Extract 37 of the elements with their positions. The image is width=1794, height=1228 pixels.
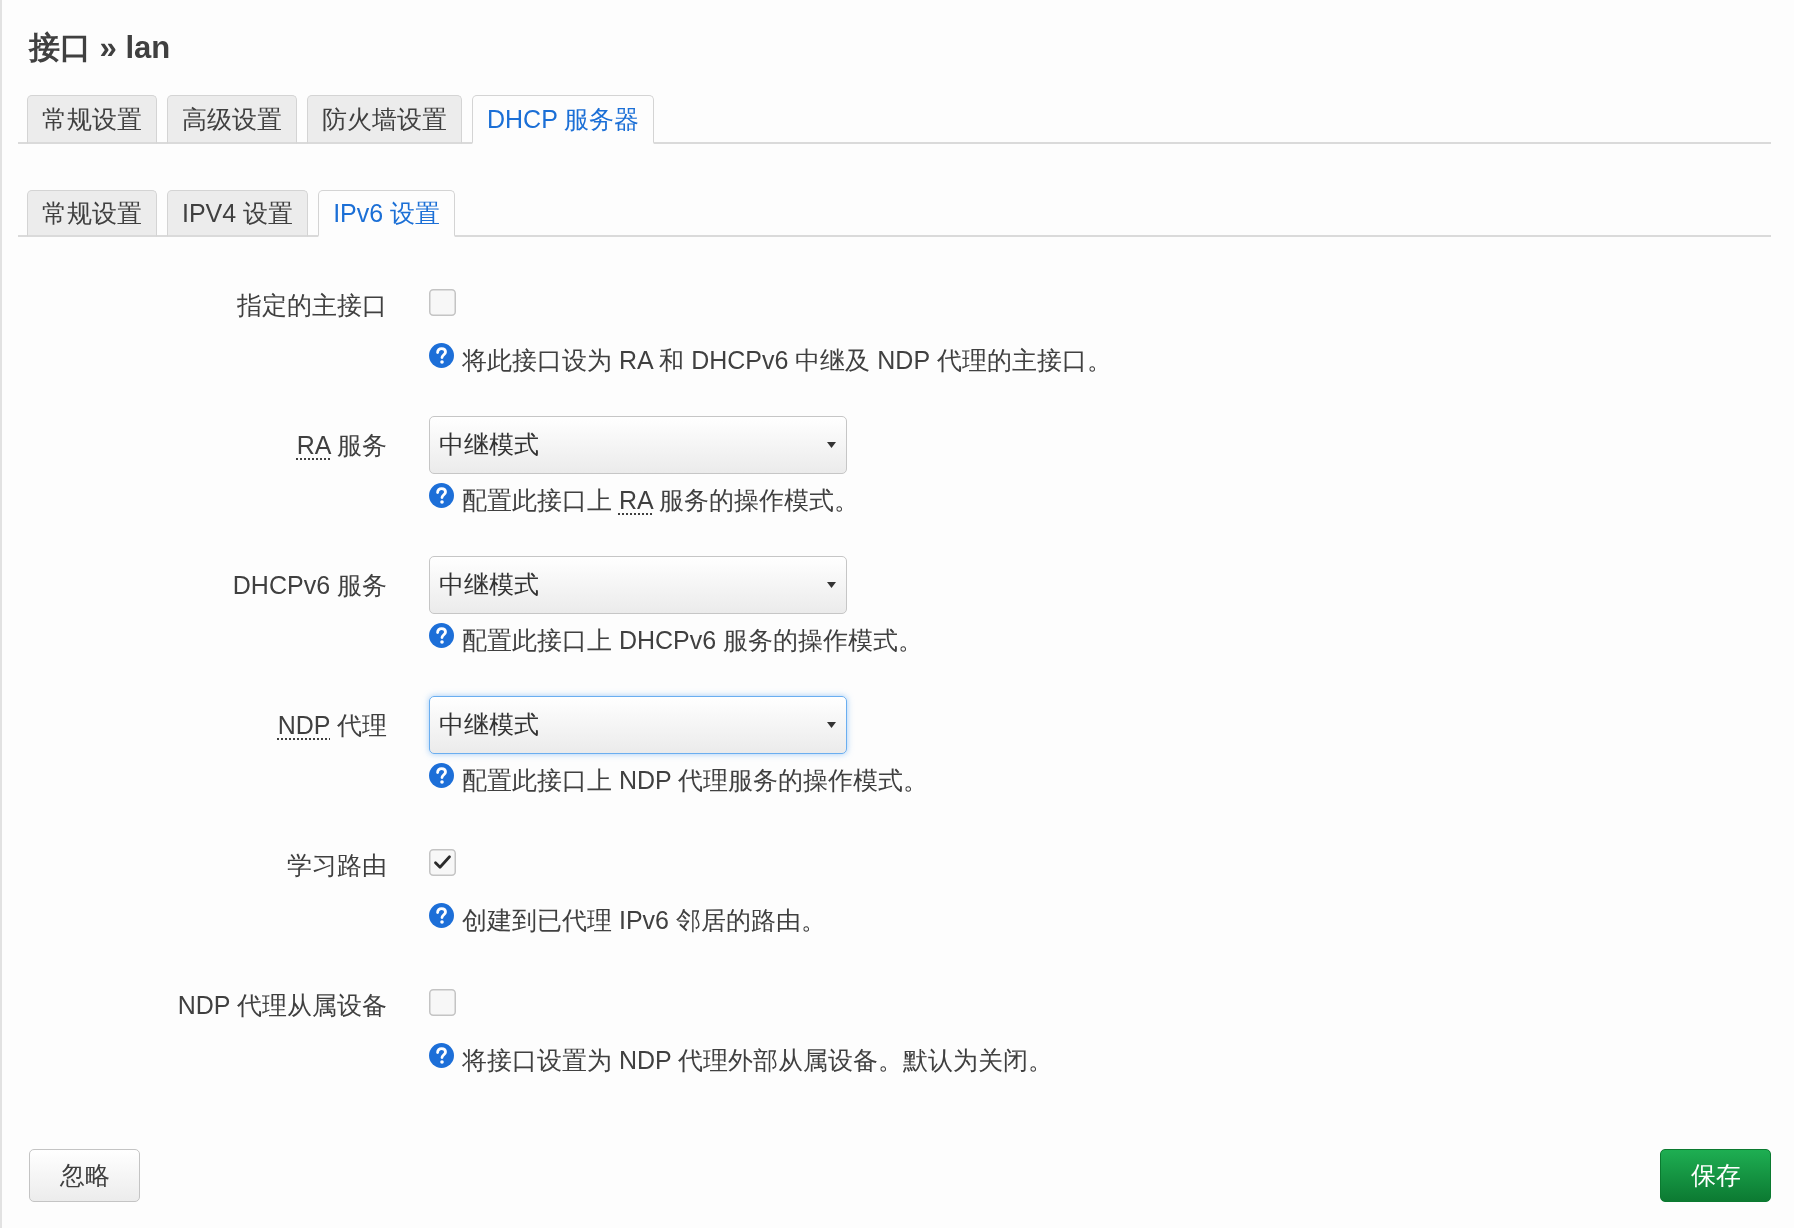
field-label: 指定的主接口 [237, 290, 387, 321]
tab[interactable]: 高级设置 [167, 95, 297, 144]
field-label: NDP 代理 [277, 710, 387, 741]
dropdown[interactable]: 中继模式 [429, 416, 847, 474]
field-label: NDP 代理从属设备 [177, 990, 387, 1021]
tab[interactable]: 常规设置 [27, 95, 157, 144]
dropdown[interactable]: 中继模式 [429, 556, 847, 614]
tab[interactable]: IPv6 设置 [318, 190, 456, 237]
help-icon [429, 763, 454, 788]
checkbox[interactable] [429, 848, 456, 876]
field-label: DHCPv6 服务 [232, 570, 387, 601]
help-icon [429, 343, 454, 368]
help-text: 配置此接口上 DHCPv6 服务的操作模式。 [462, 625, 924, 656]
help-text: 将此接口设为 RA 和 DHCPv6 中继及 NDP 代理的主接口。 [462, 345, 1112, 376]
caret-icon [827, 722, 836, 728]
checkbox[interactable] [429, 988, 456, 1016]
help-text: 将接口设置为 NDP 代理外部从属设备。默认为关闭。 [462, 1045, 1054, 1076]
field-label: RA 服务 [296, 430, 387, 461]
caret-icon [827, 442, 836, 448]
help-icon [429, 623, 454, 648]
help-text: 创建到已代理 IPv6 邻居的路由。 [462, 905, 826, 936]
help-icon [429, 1043, 454, 1068]
help-text: 配置此接口上 NDP 代理服务的操作模式。 [462, 765, 929, 796]
dropdown[interactable]: 中继模式 [429, 696, 847, 754]
checkbox[interactable] [429, 288, 456, 316]
page-title: 接口 » lan [29, 29, 171, 67]
field-label: 学习路由 [287, 850, 387, 881]
help-text: 配置此接口上 RA 服务的操作模式。 [462, 485, 860, 516]
caret-icon [827, 582, 836, 588]
save-button[interactable]: 保存 [1660, 1149, 1771, 1202]
tab[interactable]: 防火墙设置 [307, 95, 462, 144]
tab[interactable]: 常规设置 [27, 190, 157, 237]
dismiss-button[interactable]: 忽略 [29, 1149, 140, 1202]
help-icon [429, 483, 454, 508]
help-icon [429, 903, 454, 928]
tab[interactable]: IPV4 设置 [167, 190, 309, 237]
tab[interactable]: DHCP 服务器 [472, 95, 655, 144]
